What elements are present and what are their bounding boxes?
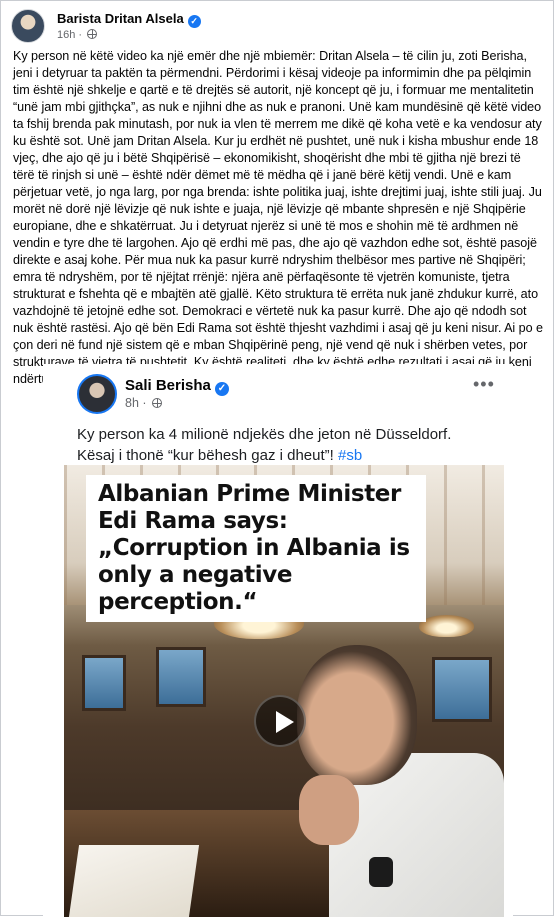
video-lamp [419, 615, 474, 637]
video-person [269, 635, 504, 917]
shared-text-line-2: Kësaj i thonë “kur bëhesh gaz i dheut”! … [77, 445, 497, 466]
video-watch [369, 857, 393, 887]
post-card: Barista Dritan Alsela ✓ 16h · Ky person n… [0, 0, 554, 917]
video-player[interactable]: Albanian Prime Minister Edi Rama says: „… [64, 465, 504, 917]
meta-separator: · [142, 396, 147, 410]
shared-post-meta: 8h · [125, 396, 163, 410]
video-caption: Albanian Prime Minister Edi Rama says: „… [86, 475, 426, 622]
video-window [156, 647, 206, 707]
shared-post[interactable]: Sali Berisha ✓ 8h · ••• Ky person ka 4 mi… [43, 364, 513, 917]
post-meta: 16h · [57, 29, 98, 41]
shared-author-row: Sali Berisha ✓ [125, 377, 229, 396]
post-header: Barista Dritan Alsela ✓ 16h · [11, 9, 545, 43]
post-body-text: Ky person në këtë video ka një emër dhe … [13, 49, 543, 386]
video-hand [299, 775, 359, 845]
verified-badge-icon: ✓ [187, 15, 201, 28]
globe-icon[interactable] [87, 29, 98, 39]
globe-icon[interactable] [152, 398, 163, 408]
author-row: Barista Dritan Alsela ✓ [57, 11, 201, 28]
meta-separator: · [78, 29, 83, 41]
more-options-icon[interactable]: ••• [473, 374, 495, 395]
hashtag-link[interactable]: #sb [338, 447, 362, 464]
video-papers [68, 845, 200, 917]
author-avatar[interactable] [11, 9, 45, 43]
shared-author-name[interactable]: Sali Berisha [125, 377, 211, 394]
shared-text-line-2-body: Kësaj i thonë “kur bëhesh gaz i dheut”! [77, 447, 338, 464]
shared-post-timestamp[interactable]: 8h [125, 396, 139, 410]
play-icon[interactable] [254, 695, 306, 747]
author-name[interactable]: Barista Dritan Alsela [57, 11, 184, 26]
post-timestamp[interactable]: 16h [57, 29, 75, 41]
shared-text-line-1: Ky person ka 4 milionë ndjekës dhe jeton… [77, 426, 452, 443]
verified-badge-icon: ✓ [214, 382, 229, 396]
video-window [82, 655, 126, 711]
video-head [297, 645, 417, 785]
shared-post-text: Ky person ka 4 milionë ndjekës dhe jeton… [77, 424, 497, 466]
shared-author-avatar[interactable] [77, 374, 117, 414]
